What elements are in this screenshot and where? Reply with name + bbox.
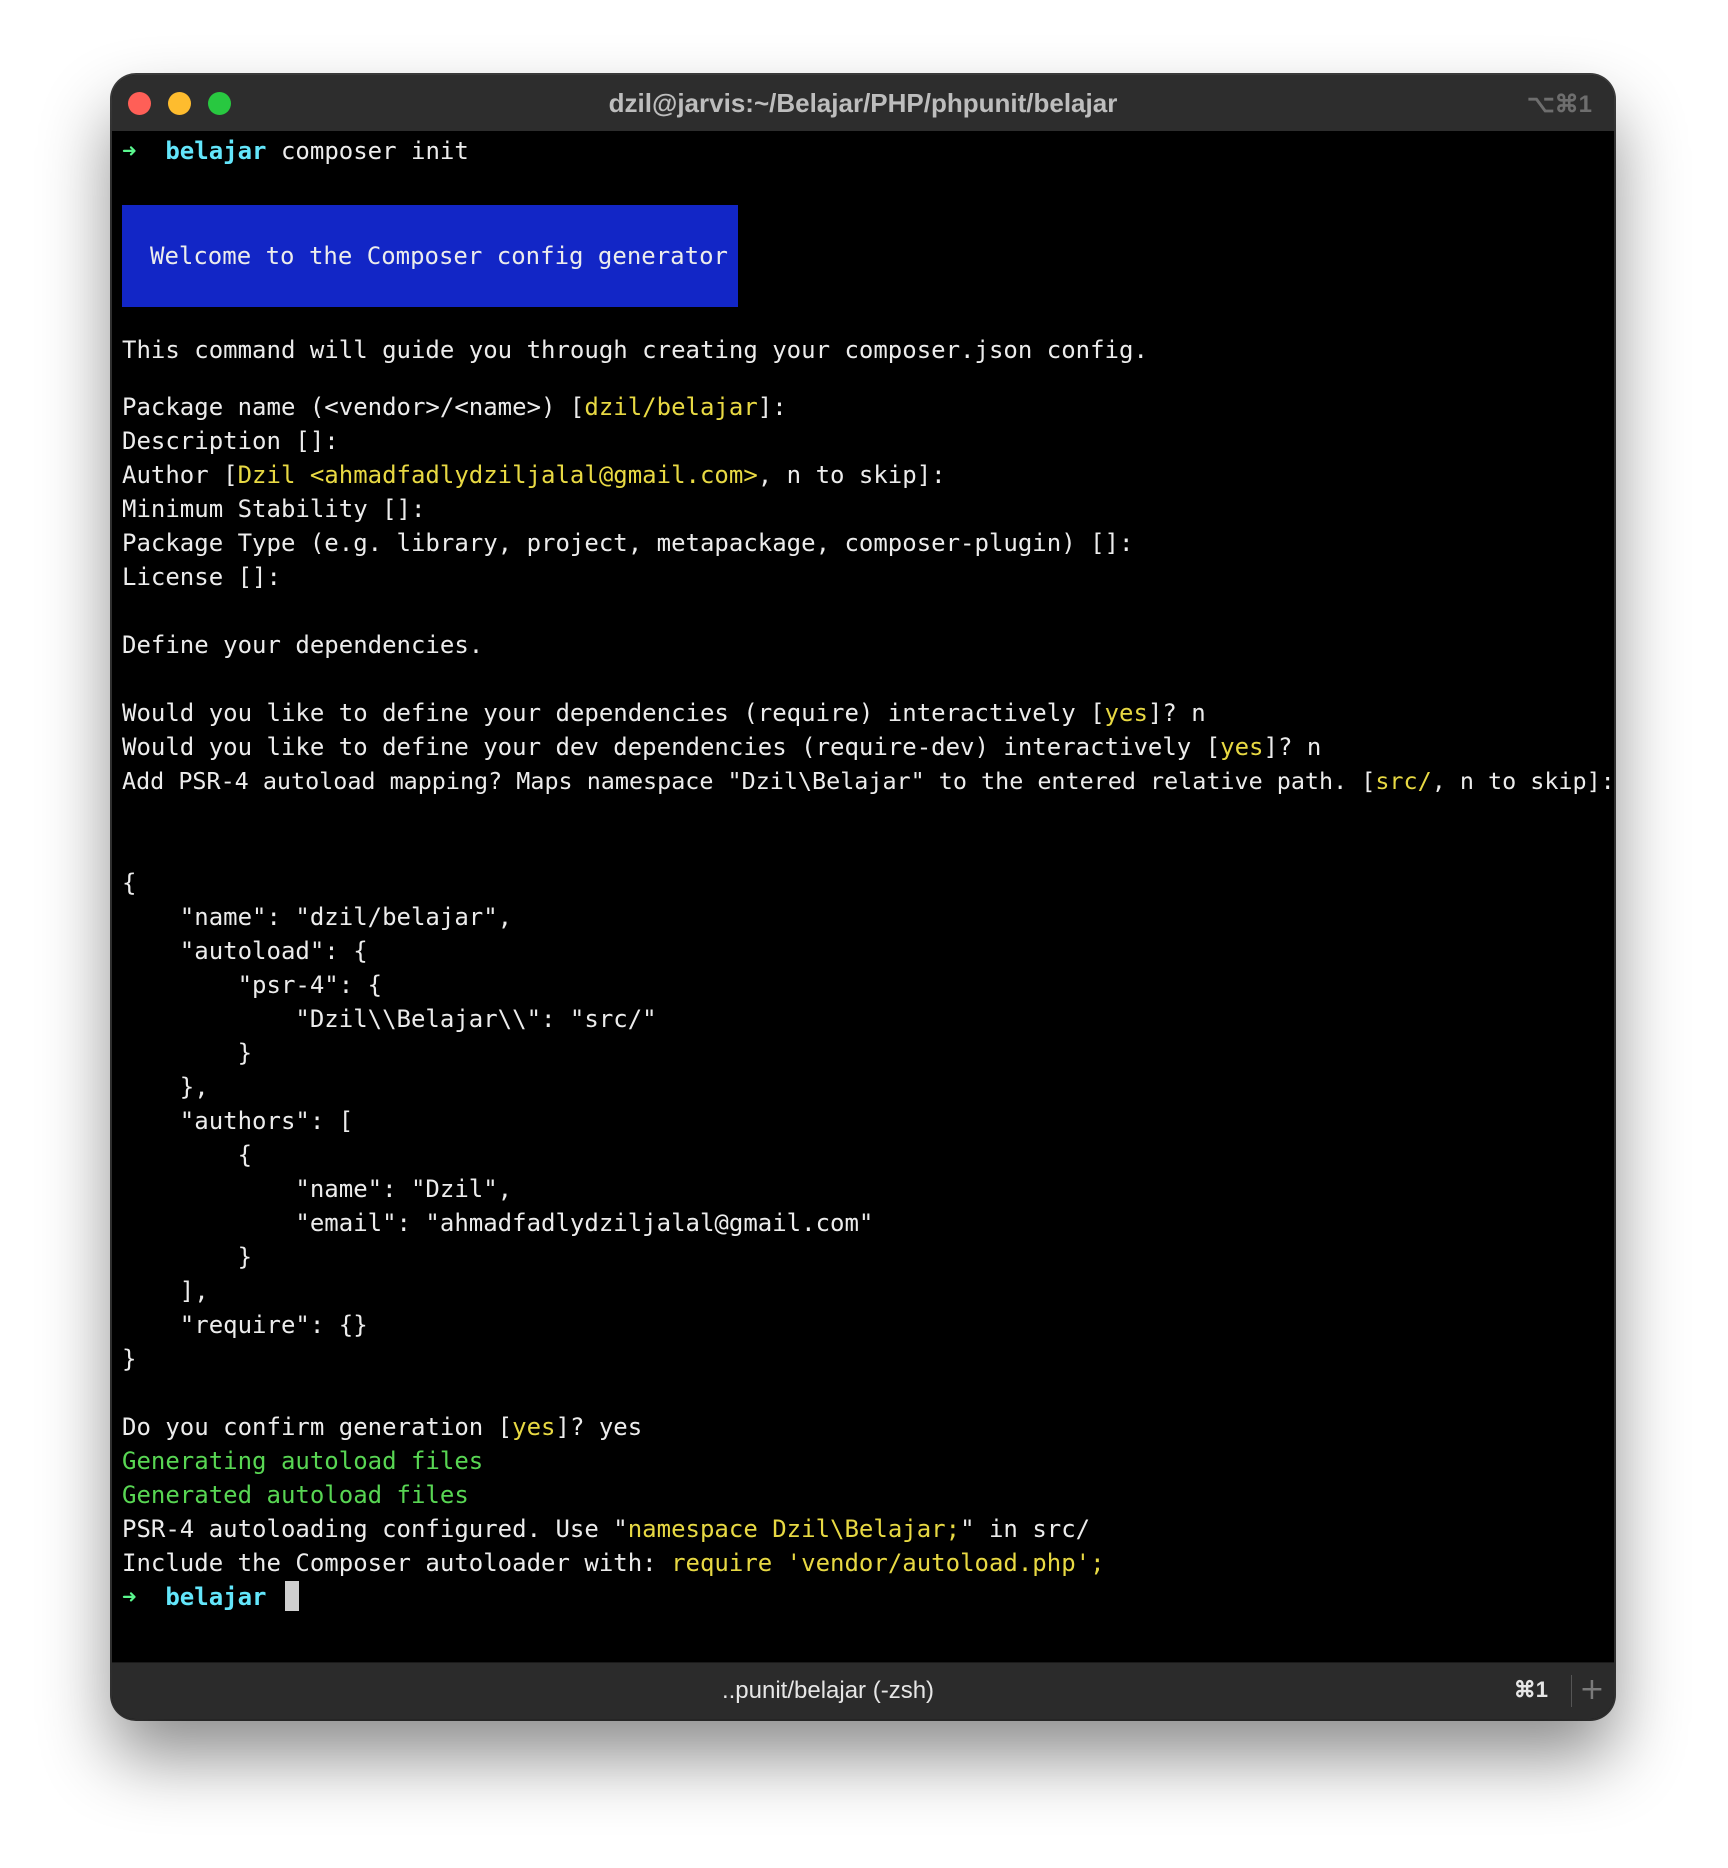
- require-highlight: require 'vendor/autoload.php';: [671, 1549, 1105, 1577]
- terminal-window: dzil@jarvis:~/Belajar/PHP/phpunit/belaja…: [112, 75, 1614, 1719]
- json-line: ],: [122, 1277, 209, 1305]
- json-line: },: [122, 1073, 209, 1101]
- author-prompt: Author [Dzil <ahmadfadlydziljalal@gmail.…: [122, 458, 946, 492]
- json-line: "name": "Dzil",: [122, 1175, 513, 1203]
- json-line: "autoload": {: [122, 937, 368, 965]
- tab-bar: ..punit/belajar (-zsh) ⌘1 +: [112, 1662, 1614, 1719]
- default-value: dzil/belajar: [584, 393, 758, 421]
- prompt-cwd: belajar: [165, 1583, 267, 1611]
- prompt-suffix: ]? n: [1263, 733, 1322, 761]
- confirm-question: Do you confirm generation [yes]? yes: [122, 1410, 642, 1444]
- json-line: {: [122, 869, 137, 897]
- output-suffix: " in src/: [960, 1515, 1091, 1543]
- default-value: yes: [512, 1413, 556, 1441]
- json-line: }: [122, 1345, 137, 1373]
- generated-line: Generated autoload files: [122, 1481, 469, 1509]
- output-text: Include the Composer autoloader with:: [122, 1549, 672, 1577]
- window-shortcut: ⌥⌘1: [1526, 91, 1592, 118]
- json-line: "require": {}: [122, 1311, 368, 1339]
- tab-shortcut: ⌘1: [1513, 1677, 1548, 1702]
- json-line: "email": "ahmadfadlydziljalal@gmail.com": [122, 1209, 874, 1237]
- intro-line: This command will guide you through crea…: [122, 336, 1148, 364]
- include-autoloader-line: Include the Composer autoloader with: re…: [122, 1546, 1105, 1580]
- prompt-cwd: belajar: [165, 137, 267, 165]
- window-title: dzil@jarvis:~/Belajar/PHP/phpunit/belaja…: [608, 88, 1118, 118]
- license-prompt: License []:: [122, 563, 281, 591]
- command-text: composer init: [280, 137, 469, 165]
- json-line: "Dzil\\Belajar\\": "src/": [122, 1005, 657, 1033]
- default-value: Dzil <ahmadfadlydziljalal@gmail.com>: [237, 461, 758, 489]
- prompt-suffix: , n to skip]:: [757, 461, 946, 489]
- psr4-configured-line: PSR-4 autoloading configured. Use "names…: [122, 1512, 1090, 1546]
- description-prompt: Description []:: [122, 427, 339, 455]
- devdeps-question: Would you like to define your dev depend…: [122, 730, 1321, 764]
- prompt-suffix: , n to skip]:: [1431, 767, 1614, 795]
- json-line: {: [122, 1141, 253, 1169]
- prompt-suffix: ]:: [757, 393, 787, 421]
- prompt-suffix: ]? n: [1147, 699, 1206, 727]
- tab-divider: [1571, 1675, 1572, 1707]
- text-cursor: [284, 1581, 299, 1611]
- json-line: "name": "dzil/belajar",: [122, 903, 513, 931]
- welcome-banner: Welcome to the Composer config generator: [122, 205, 738, 307]
- prompt-suffix: ]? yes: [555, 1413, 643, 1441]
- json-line: }: [122, 1243, 253, 1271]
- command-line: ➜ belajar composer init: [122, 134, 469, 168]
- deps-question: Would you like to define your dependenci…: [122, 696, 1206, 730]
- prompt-arrow-icon: ➜: [122, 137, 137, 165]
- prompt-arrow-icon: ➜: [122, 1583, 137, 1611]
- define-deps-line: Define your dependencies.: [122, 631, 484, 659]
- package-name-prompt: Package name (<vendor>/<name>) [dzil/bel…: [122, 390, 787, 424]
- generating-line: Generating autoload files: [122, 1447, 484, 1475]
- terminal-output[interactable]: ➜ belajar composer init Welcome to the C…: [112, 131, 1614, 1663]
- output-text: PSR-4 autoloading configured. Use ": [122, 1515, 628, 1543]
- default-value: yes: [1104, 699, 1148, 727]
- prompt-text: Do you confirm generation [: [122, 1413, 513, 1441]
- new-tab-button[interactable]: +: [1578, 1673, 1606, 1707]
- final-prompt-line[interactable]: ➜ belajar: [122, 1580, 299, 1614]
- title-bar[interactable]: dzil@jarvis:~/Belajar/PHP/phpunit/belaja…: [112, 75, 1614, 132]
- stability-prompt: Minimum Stability []:: [122, 495, 426, 523]
- json-line: "psr-4": {: [122, 971, 383, 999]
- prompt-text: Author [: [122, 461, 238, 489]
- tab-title[interactable]: ..punit/belajar (-zsh): [112, 1677, 1544, 1705]
- prompt-text: Would you like to define your dependenci…: [122, 699, 1105, 727]
- default-value: src/: [1375, 767, 1432, 795]
- psr4-question: Add PSR-4 autoload mapping? Maps namespa…: [122, 764, 1614, 798]
- banner-text: Welcome to the Composer config generator: [150, 242, 728, 270]
- json-line: "authors": [: [122, 1107, 354, 1135]
- package-type-prompt: Package Type (e.g. library, project, met…: [122, 529, 1134, 557]
- prompt-text: Package name (<vendor>/<name>) [: [122, 393, 585, 421]
- namespace-highlight: namespace Dzil\Belajar;: [627, 1515, 961, 1543]
- default-value: yes: [1220, 733, 1264, 761]
- prompt-text: Add PSR-4 autoload mapping? Maps namespa…: [122, 767, 1376, 795]
- json-line: }: [122, 1039, 253, 1067]
- prompt-text: Would you like to define your dev depend…: [122, 733, 1221, 761]
